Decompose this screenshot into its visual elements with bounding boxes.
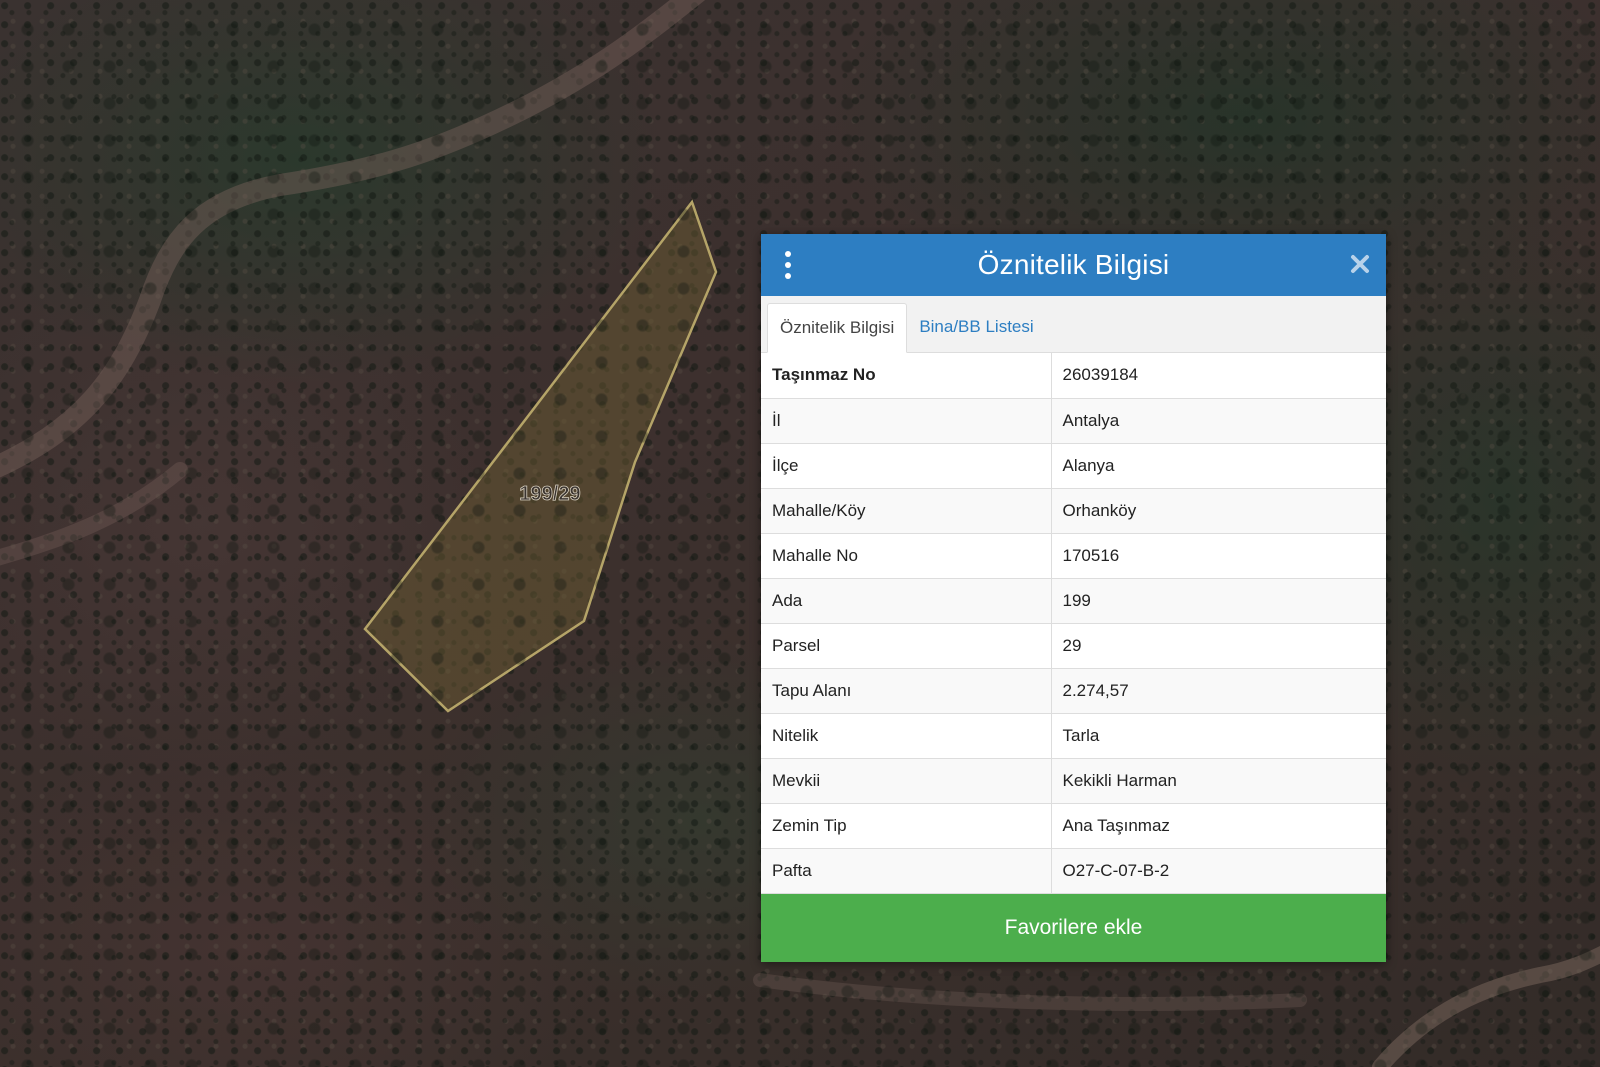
attribute-value: 26039184 xyxy=(1051,353,1386,399)
attribute-key: Mahalle No xyxy=(761,533,1052,579)
attribute-value: 2.274,57 xyxy=(1051,668,1386,714)
attribute-value: 170516 xyxy=(1051,533,1386,579)
tab-attribute-info[interactable]: Öznitelik Bilgisi xyxy=(767,303,908,353)
table-row: Tapu Alanı 2.274,57 xyxy=(761,668,1386,714)
attribute-key: Taşınmaz No xyxy=(761,353,1052,399)
attribute-value: Orhanköy xyxy=(1051,488,1386,534)
attribute-value: Antalya xyxy=(1051,398,1386,444)
attribute-key: Parsel xyxy=(761,623,1052,669)
attribute-key: Nitelik xyxy=(761,713,1052,759)
dirt-track xyxy=(753,973,1307,1011)
panel-title: Öznitelik Bilgisi xyxy=(977,249,1170,280)
attribute-value: Alanya xyxy=(1051,443,1386,489)
dirt-track xyxy=(0,0,706,478)
attribute-key: İl xyxy=(761,398,1052,444)
table-row: İl Antalya xyxy=(761,398,1386,444)
tab-bar: Öznitelik Bilgisi Bina/BB Listesi xyxy=(761,296,1386,353)
attribute-key: Mevkii xyxy=(761,758,1052,804)
table-row: Mahalle No 170516 xyxy=(761,533,1386,579)
table-row: Mahalle/Köy Orhanköy xyxy=(761,488,1386,534)
attribute-value: 199 xyxy=(1051,578,1386,624)
table-row: Zemin Tip Ana Taşınmaz xyxy=(761,803,1386,849)
table-row: Nitelik Tarla xyxy=(761,713,1386,759)
vertical-dots-icon[interactable] xyxy=(783,251,793,279)
add-to-favorites-button[interactable]: Favorilere ekle xyxy=(761,893,1386,962)
table-row: Parsel 29 xyxy=(761,623,1386,669)
attribute-value: 29 xyxy=(1051,623,1386,669)
parcel-polygon[interactable] xyxy=(363,199,718,713)
table-row: Taşınmaz No 26039184 xyxy=(761,353,1386,399)
attribute-key: Mahalle/Köy xyxy=(761,488,1052,534)
attribute-value: Ana Taşınmaz xyxy=(1051,803,1386,849)
attribute-key: Ada xyxy=(761,578,1052,624)
attribute-table: Taşınmaz No 26039184 İl Antalya İlçe Ala… xyxy=(761,353,1386,894)
table-row: Mevkii Kekikli Harman xyxy=(761,758,1386,804)
dirt-track xyxy=(0,462,188,566)
panel-header: Öznitelik Bilgisi xyxy=(761,234,1386,296)
attribute-key: İlçe xyxy=(761,443,1052,489)
close-icon[interactable] xyxy=(1348,252,1372,276)
parcel-label: 199/29 xyxy=(519,483,580,505)
table-row: Ada 199 xyxy=(761,578,1386,624)
attribute-key: Pafta xyxy=(761,848,1052,894)
attribute-key: Tapu Alanı xyxy=(761,668,1052,714)
tab-building-list[interactable]: Bina/BB Listesi xyxy=(907,302,1045,352)
table-row: İlçe Alanya xyxy=(761,443,1386,489)
table-row: Pafta O27-C-07-B-2 xyxy=(761,848,1386,894)
attribute-value: Kekikli Harman xyxy=(1051,758,1386,804)
attribute-value: O27-C-07-B-2 xyxy=(1051,848,1386,894)
attribute-key: Zemin Tip xyxy=(761,803,1052,849)
attribute-value: Tarla xyxy=(1051,713,1386,759)
dirt-track xyxy=(1372,946,1600,1067)
attribute-info-panel: Öznitelik Bilgisi Öznitelik Bilgisi Bina… xyxy=(761,234,1386,962)
